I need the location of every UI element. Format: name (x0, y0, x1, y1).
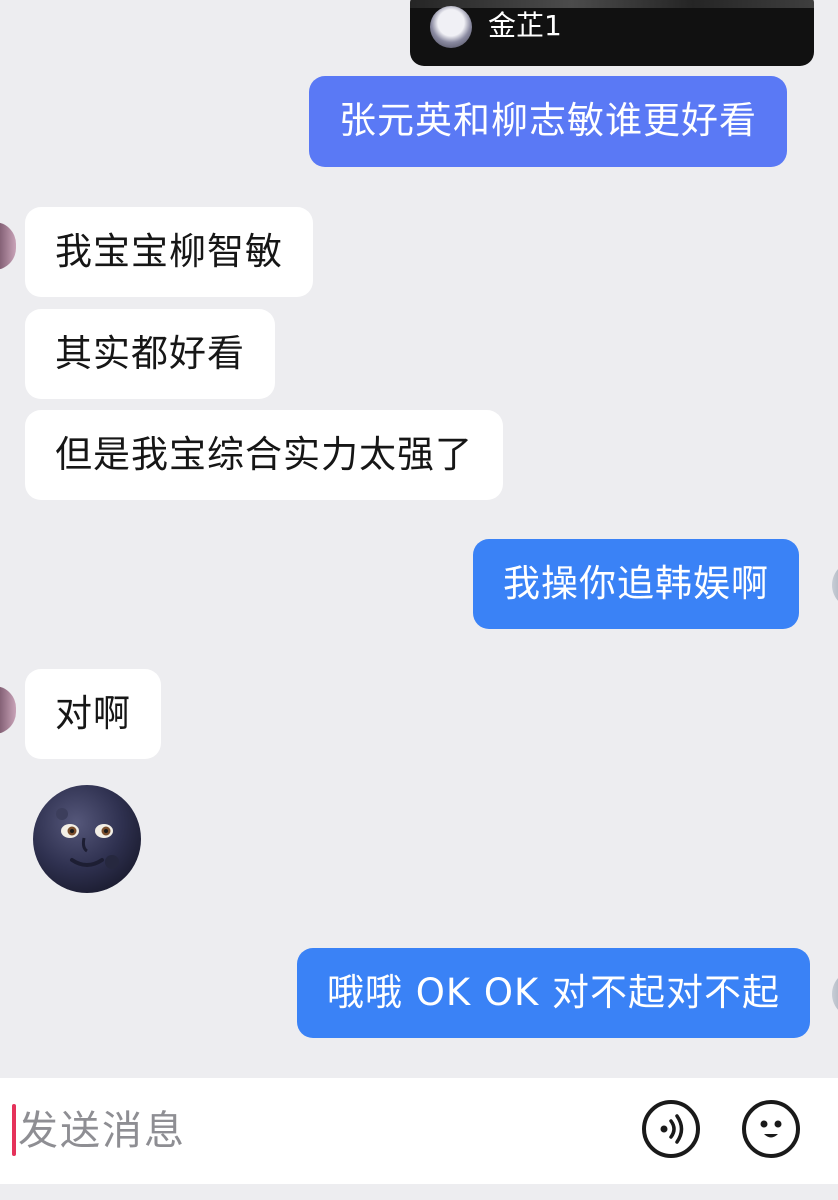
new-moon-face-icon[interactable] (32, 784, 142, 894)
message-bubble-incoming[interactable]: 但是我宝综合实力太强了 (25, 410, 503, 500)
message-bubble-outgoing[interactable]: 张元英和柳志敏谁更好看 (309, 76, 787, 167)
bottom-safe-area (0, 1184, 838, 1200)
message-bubble-incoming[interactable]: 我宝宝柳智敏 (25, 207, 313, 297)
message-input[interactable]: 发送消息 (18, 1106, 186, 1156)
message-bubble-outgoing[interactable]: 我操你追韩娱啊 (473, 539, 799, 629)
my-avatar[interactable] (832, 561, 838, 609)
video-title-strip (410, 0, 814, 8)
contact-avatar[interactable] (0, 222, 16, 270)
text-cursor (12, 1104, 16, 1156)
my-avatar[interactable] (832, 970, 838, 1018)
voice-icon[interactable] (642, 1100, 700, 1158)
video-author-name: 金芷1 (488, 9, 562, 42)
contact-avatar[interactable] (0, 686, 16, 734)
message-bubble-outgoing[interactable]: 哦哦 OK OK 对不起对不起 (297, 948, 811, 1038)
emoji-icon[interactable] (742, 1100, 800, 1158)
message-composer: 发送消息 (0, 1078, 838, 1184)
message-bubble-incoming[interactable]: 对啊 (25, 669, 161, 759)
shared-video-card[interactable]: 金芷1 (410, 0, 814, 66)
video-author-avatar (430, 6, 472, 48)
message-bubble-incoming[interactable]: 其实都好看 (25, 309, 275, 399)
